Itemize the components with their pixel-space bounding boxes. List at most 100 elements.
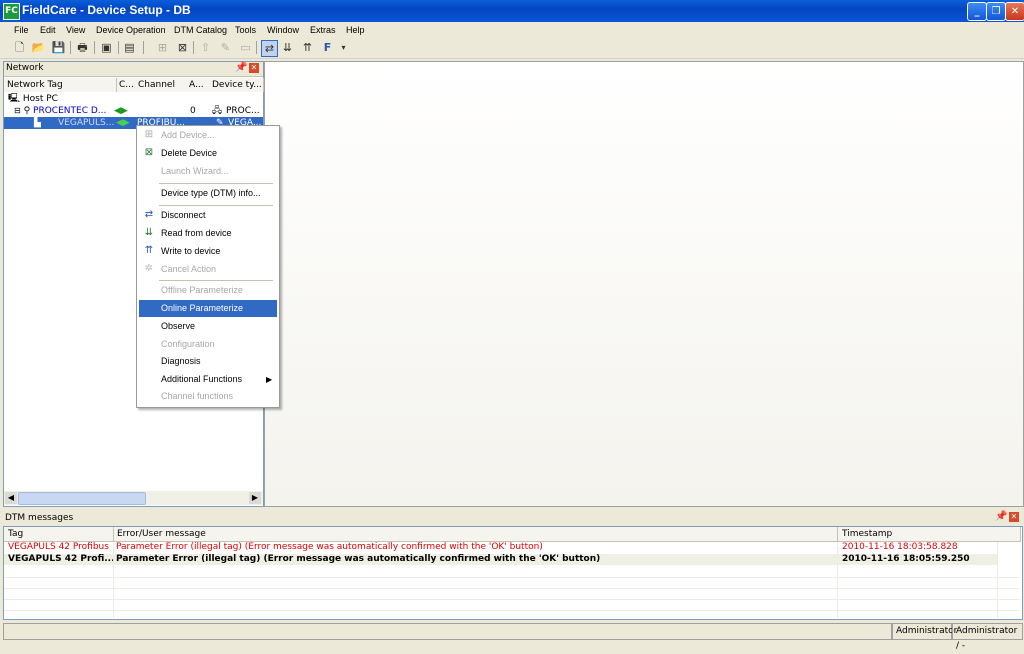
menu-bar: File Edit View Device Operation DTM Cata…	[0, 22, 1024, 38]
add-device-icon[interactable]: ⊞	[155, 40, 170, 55]
read-icon[interactable]: ⇊	[280, 40, 295, 55]
menu-dtm-catalog[interactable]: DTM Catalog	[174, 22, 227, 38]
print-icon[interactable]: 🖶	[75, 40, 90, 55]
menu-item-online-parameterize[interactable]: Online Parameterize	[139, 300, 277, 317]
menu-item-observe[interactable]: Observe	[139, 318, 277, 335]
menu-item-label: Online Parameterize	[161, 303, 244, 313]
menu-file[interactable]: File	[14, 22, 29, 38]
scrollbar-thumb[interactable]	[18, 492, 146, 505]
toolbar-separator	[256, 41, 257, 54]
menu-item-label: Write to device	[161, 246, 221, 256]
scroll-left-icon[interactable]: ◀	[5, 492, 17, 504]
scroll-right-icon[interactable]: ▶	[249, 492, 261, 504]
minimize-button[interactable]: _	[967, 2, 987, 21]
status-role: Administrator / -	[952, 623, 1023, 651]
horizontal-scrollbar[interactable]: ◀ ▶	[4, 491, 263, 505]
column-header-device-type[interactable]: Device ty...	[210, 78, 264, 92]
grid-line	[997, 542, 998, 618]
document-icon[interactable]: ▭	[238, 40, 253, 55]
grid-line	[837, 542, 838, 618]
menu-item-label: Diagnosis	[161, 356, 201, 366]
functions-icon[interactable]: F	[320, 40, 335, 55]
write-icon[interactable]: ⇈	[300, 40, 315, 55]
menu-item-label: Observe	[161, 321, 196, 331]
edit-icon[interactable]: ✎	[218, 40, 233, 55]
disconnect-icon: ⇄	[144, 209, 154, 220]
device-icon[interactable]: ▤	[122, 40, 137, 55]
row-message: Parameter Error (illegal tag) (Error mes…	[116, 542, 543, 552]
menu-item-label: Cancel Action	[161, 264, 217, 274]
menu-item-add-device[interactable]: ⊞ Add Device...	[139, 127, 277, 144]
menu-help[interactable]: Help	[346, 22, 365, 38]
menu-item-additional-functions[interactable]: Additional Functions ▶	[139, 371, 277, 388]
app-icon: FC	[3, 3, 20, 20]
device-type-icon: 🖧	[212, 106, 223, 116]
document-area	[264, 61, 1024, 507]
pin-icon[interactable]: 📌	[235, 62, 247, 73]
menu-item-channel-functions[interactable]: Channel functions	[139, 388, 277, 405]
status-panel-main	[3, 623, 892, 640]
dtm-messages-header: DTM messages 📌 ✕	[0, 511, 1024, 525]
menu-item-diagnosis[interactable]: Diagnosis	[139, 353, 277, 370]
menu-item-label: Add Device...	[161, 130, 215, 140]
dropdown-arrow-icon[interactable]: ▾	[336, 40, 351, 55]
column-header-timestamp[interactable]: Timestamp	[838, 527, 999, 542]
menu-item-cancel-action[interactable]: ✲ Cancel Action	[139, 261, 277, 278]
menu-item-write-to-device[interactable]: ⇈ Write to device	[139, 243, 277, 260]
menu-item-delete-device[interactable]: ⊠ Delete Device	[139, 145, 277, 162]
column-header-address[interactable]: A...	[187, 78, 211, 92]
column-header-tag[interactable]: Tag	[4, 527, 114, 542]
restore-button[interactable]: ❐	[986, 2, 1006, 21]
title-bar[interactable]: FC FieldCare - Device Setup - DB _ ❐ ✕	[0, 0, 1024, 22]
menu-separator	[159, 183, 273, 184]
new-file-icon[interactable]: 🗋	[12, 40, 27, 55]
open-folder-icon[interactable]: 📂	[31, 40, 46, 55]
menu-edit[interactable]: Edit	[40, 22, 56, 38]
menu-window[interactable]: Window	[267, 22, 299, 38]
grid-line	[113, 542, 114, 618]
context-menu: ⊞ Add Device... ⊠ Delete Device Launch W…	[136, 125, 280, 408]
menu-item-offline-parameterize[interactable]: Offline Parameterize	[139, 282, 277, 299]
dtm-messages-title: DTM messages	[5, 513, 74, 523]
save-icon[interactable]: 💾	[51, 40, 66, 55]
device-type-value: PROC...	[226, 106, 260, 116]
tree-node-procentec[interactable]: ⊟ ⚲ PROCENTEC D... ◀▶ 0 🖧 PROC...	[14, 105, 262, 117]
tree-node-host-pc[interactable]: 🖳 Host PC	[8, 93, 58, 105]
collapse-icon[interactable]: ⊟	[14, 106, 21, 115]
column-header-network-tag[interactable]: Network Tag	[4, 78, 117, 92]
menu-item-disconnect[interactable]: ⇄ Disconnect	[139, 207, 277, 224]
row-message: Parameter Error (illegal tag) (Error mes…	[116, 554, 601, 564]
menu-item-read-from-device[interactable]: ⇊ Read from device	[139, 225, 277, 242]
menu-item-device-type-info[interactable]: Device type (DTM) info...	[139, 185, 277, 202]
table-row[interactable]: VEGAPULS 42 Profi... Parameter Error (il…	[4, 554, 998, 565]
network-icon: ⚲	[23, 106, 31, 116]
connection-status-icon: ◀▶	[114, 106, 128, 116]
menu-view[interactable]: View	[66, 22, 85, 38]
menu-device-operation[interactable]: Device Operation	[96, 22, 166, 38]
delete-device-icon[interactable]: ⊠	[175, 40, 190, 55]
menu-tools[interactable]: Tools	[235, 22, 256, 38]
menu-item-label: Offline Parameterize	[161, 285, 243, 295]
column-header-c[interactable]: C...	[117, 78, 137, 92]
menu-item-launch-wizard[interactable]: Launch Wizard...	[139, 163, 277, 180]
panel-close-icon[interactable]: ✕	[249, 63, 259, 73]
close-button[interactable]: ✕	[1005, 2, 1024, 21]
upload-icon[interactable]: ⇧	[198, 40, 213, 55]
menu-item-label: Disconnect	[161, 210, 206, 220]
menu-extras[interactable]: Extras	[310, 22, 336, 38]
address-value: 0	[190, 106, 196, 116]
network-panel-header: Network 📌 ✕	[4, 62, 263, 77]
column-header-message[interactable]: Error/User message	[114, 527, 838, 542]
panel-close-icon[interactable]: ✕	[1009, 512, 1019, 522]
delete-device-icon: ⊠	[144, 147, 154, 158]
table-row[interactable]: VEGAPULS 42 Profibus Parameter Error (il…	[4, 542, 1020, 553]
status-user: Administrator	[892, 623, 957, 640]
pin-icon[interactable]: 📌	[995, 511, 1007, 522]
dtm-messages-table: Tag Error/User message Timestamp VEGAPUL…	[3, 526, 1023, 620]
status-bar: Administrator Administrator / -	[0, 622, 1024, 651]
catalog-icon[interactable]: ▣	[99, 40, 114, 55]
connect-icon[interactable]: ⇄	[261, 40, 278, 57]
grid-line	[4, 599, 1020, 600]
menu-item-configuration[interactable]: Configuration	[139, 336, 277, 353]
column-header-channel[interactable]: Channel	[136, 78, 188, 92]
